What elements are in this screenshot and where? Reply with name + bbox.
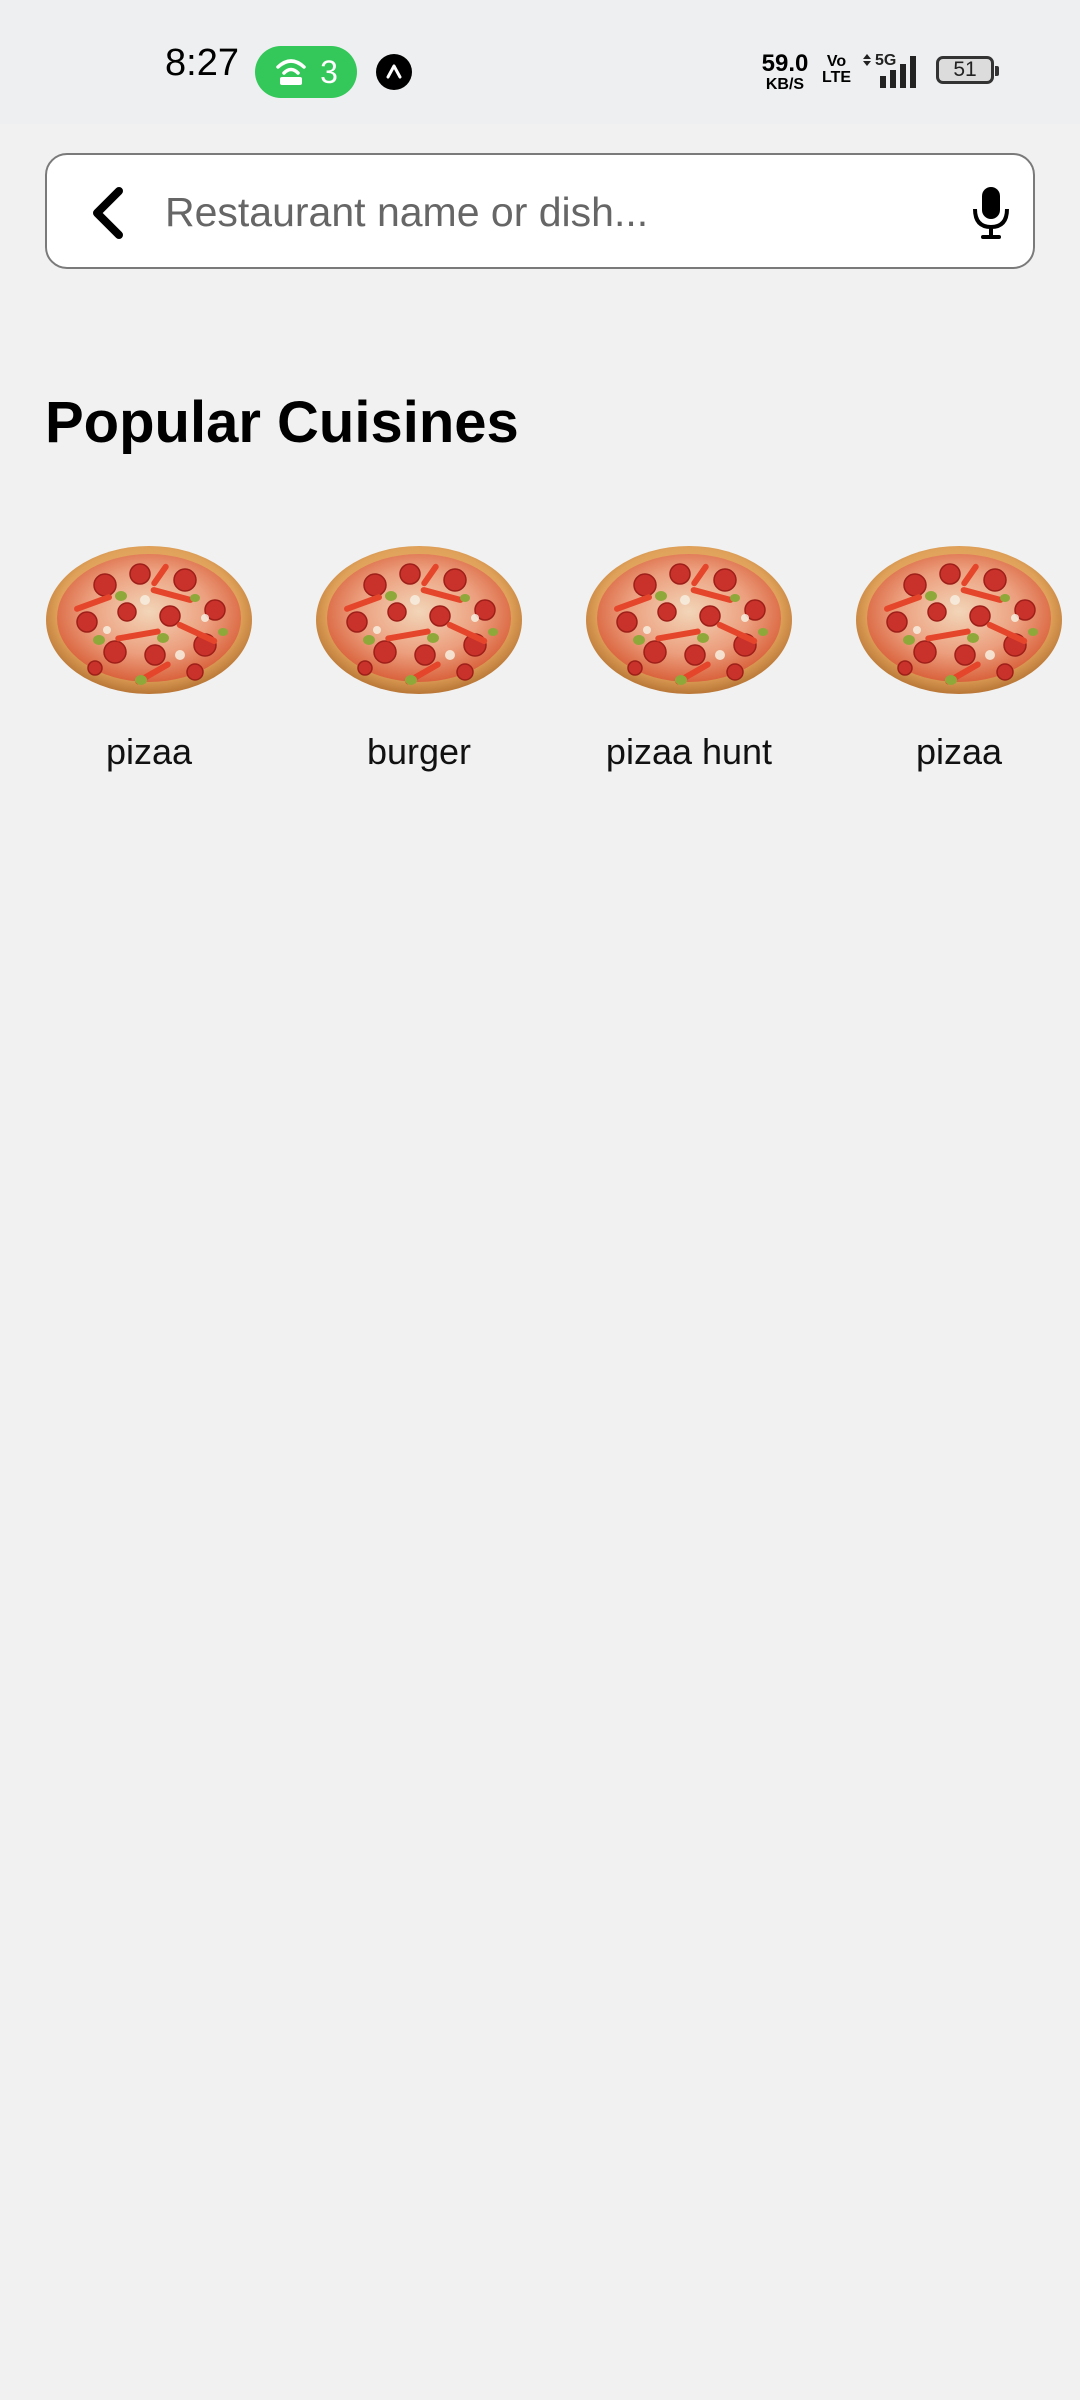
cuisine-item[interactable]: pizaa: [45, 540, 253, 774]
cuisine-label: pizaa: [915, 731, 1003, 772]
cuisine-label: pizaa: [105, 731, 193, 772]
pizza-image: [315, 545, 523, 695]
status-time: 8:27: [165, 42, 239, 84]
search-bar: [45, 153, 1035, 269]
back-button[interactable]: [77, 183, 137, 243]
status-bar: 8:27 3 59.0 KB/S Vo LTE 5G 51: [0, 0, 1080, 124]
network-speed: 59.0 KB/S: [757, 52, 813, 93]
microphone-icon: [973, 187, 1009, 239]
signal-icon: 5G: [860, 50, 924, 95]
battery-icon: 51: [936, 56, 999, 84]
section-title: Popular Cuisines: [45, 390, 519, 455]
pizza-image: [585, 545, 793, 695]
volte-bottom: LTE: [822, 69, 852, 86]
voice-search-button[interactable]: [961, 183, 1021, 243]
volte-indicator: Vo LTE: [822, 54, 851, 86]
cuisine-item[interactable]: pizaa: [855, 540, 1063, 774]
hotspot-indicator: 3: [255, 46, 357, 98]
cuisine-list[interactable]: pizaa burger pizaa hunt pizaa: [45, 540, 1080, 790]
screen: 8:27 3 59.0 KB/S Vo LTE 5G 51 Restaurant…: [0, 0, 1080, 2400]
network-speed-value: 59.0: [761, 50, 809, 77]
battery-level: 51: [953, 58, 977, 81]
network-speed-unit: KB/S: [765, 76, 805, 93]
cuisine-item[interactable]: burger: [315, 540, 523, 774]
hotspot-count: 3: [320, 53, 338, 90]
network-type: 5G: [875, 52, 896, 69]
search-input[interactable]: [165, 177, 965, 247]
cuisine-label: burger: [366, 731, 472, 772]
volte-top: Vo: [826, 53, 847, 70]
navigation-icon: [376, 54, 412, 90]
cuisine-item[interactable]: pizaa hunt: [585, 540, 793, 774]
pizza-image: [45, 545, 253, 695]
pizza-image: [855, 545, 1063, 695]
cuisine-label: pizaa hunt: [605, 731, 773, 772]
hotspot-icon: [274, 57, 308, 87]
back-chevron-icon: [93, 187, 123, 239]
